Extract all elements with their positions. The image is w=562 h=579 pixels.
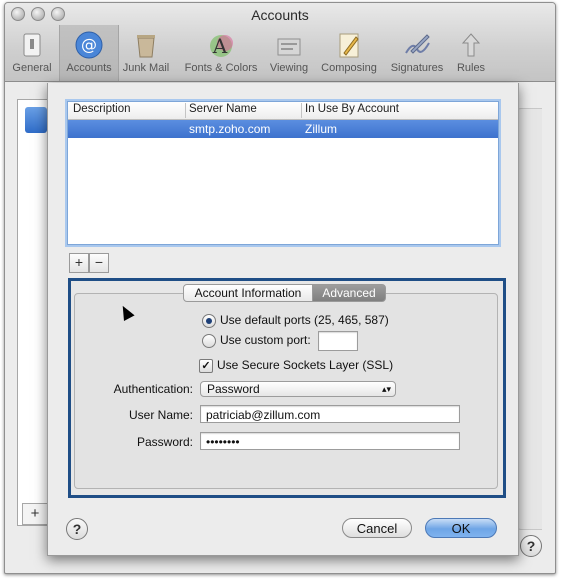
- pencil-paper-icon: [335, 31, 363, 59]
- default-ports-label: Use default ports (25, 465, 587): [220, 313, 389, 327]
- remove-server-button[interactable]: −: [89, 253, 109, 273]
- toolbar-signatures[interactable]: Signatures: [387, 31, 447, 77]
- toolbar-rules[interactable]: Rules: [453, 31, 489, 77]
- titlebar-toolbar: Accounts General @ Accounts Junk Mail A …: [5, 3, 555, 82]
- background-help-button[interactable]: ?: [520, 535, 542, 557]
- custom-port-radio[interactable]: [202, 334, 216, 348]
- popup-arrows-icon: ▴▾: [381, 384, 391, 394]
- background-settings-panel: [515, 108, 542, 530]
- cell-server-name: smtp.zoho.com: [189, 122, 271, 136]
- preferences-window: Accounts General @ Accounts Junk Mail A …: [4, 2, 556, 574]
- signature-pen-icon: [403, 31, 431, 59]
- toolbar-fonts-colors[interactable]: A Fonts & Colors: [179, 31, 263, 77]
- toolbar-accounts[interactable]: @ Accounts: [59, 25, 119, 81]
- custom-port-label: Use custom port:: [220, 333, 311, 347]
- ok-button[interactable]: OK: [425, 518, 497, 538]
- toolbar-general-label: General: [12, 62, 52, 74]
- default-ports-radio[interactable]: [202, 314, 216, 328]
- at-sign-icon: @: [75, 31, 103, 59]
- ssl-checkbox[interactable]: ✓: [199, 359, 213, 373]
- toolbar-composing-label: Composing: [321, 62, 377, 74]
- user-name-field[interactable]: patriciab@zillum.com: [200, 405, 460, 423]
- settings-tab-panel: Account Information Advanced Use default…: [68, 278, 506, 498]
- toolbar-general[interactable]: General: [9, 31, 55, 77]
- add-account-button[interactable]: +: [22, 503, 48, 525]
- toolbar-junk-mail-label: Junk Mail: [122, 62, 170, 74]
- toolbar-viewing[interactable]: Viewing: [265, 31, 313, 77]
- window-title: Accounts: [251, 7, 309, 23]
- fonts-colors-icon: A: [207, 31, 235, 59]
- viewing-icon: [275, 31, 303, 59]
- column-description[interactable]: Description: [73, 103, 131, 115]
- tab-advanced[interactable]: Advanced: [312, 284, 386, 302]
- smtp-server-sheet: Description Server Name In Use By Accoun…: [47, 83, 519, 556]
- user-name-label: User Name:: [128, 408, 193, 422]
- column-separator: [301, 103, 302, 118]
- authentication-popup[interactable]: Password ▴▾: [200, 381, 396, 397]
- table-row[interactable]: smtp.zoho.com Zillum: [68, 120, 498, 138]
- toolbar-accounts-label: Accounts: [66, 62, 112, 74]
- general-switch-icon: [18, 31, 46, 59]
- svg-text:A: A: [212, 34, 228, 58]
- custom-port-field[interactable]: [318, 331, 358, 351]
- toolbar-composing[interactable]: Composing: [317, 31, 381, 77]
- password-label: Password:: [136, 435, 193, 449]
- account-icon: [25, 107, 47, 133]
- add-server-button[interactable]: +: [69, 253, 89, 273]
- toolbar-rules-label: Rules: [456, 62, 486, 74]
- svg-text:@: @: [81, 35, 97, 54]
- password-field[interactable]: ••••••••: [200, 432, 460, 450]
- help-button[interactable]: ?: [66, 518, 88, 540]
- trash-bin-icon: [132, 31, 160, 59]
- server-table[interactable]: Description Server Name In Use By Accoun…: [67, 101, 499, 245]
- rules-arrows-icon: [457, 31, 485, 59]
- cancel-button[interactable]: Cancel: [342, 518, 412, 538]
- cell-in-use-by: Zillum: [305, 122, 337, 136]
- authentication-value: Password: [207, 382, 260, 396]
- ssl-label: Use Secure Sockets Layer (SSL): [217, 358, 394, 372]
- table-header: Description Server Name In Use By Accoun…: [68, 102, 498, 120]
- toolbar-fonts-colors-label: Fonts & Colors: [184, 62, 258, 74]
- toolbar-viewing-label: Viewing: [269, 62, 309, 74]
- column-in-use-by[interactable]: In Use By Account: [305, 103, 399, 115]
- column-server-name[interactable]: Server Name: [189, 103, 257, 115]
- toolbar-signatures-label: Signatures: [390, 62, 444, 74]
- toolbar-junk-mail[interactable]: Junk Mail: [119, 31, 173, 77]
- tab-account-information[interactable]: Account Information: [183, 284, 313, 302]
- column-separator: [185, 103, 186, 118]
- authentication-label: Authentication:: [113, 382, 193, 396]
